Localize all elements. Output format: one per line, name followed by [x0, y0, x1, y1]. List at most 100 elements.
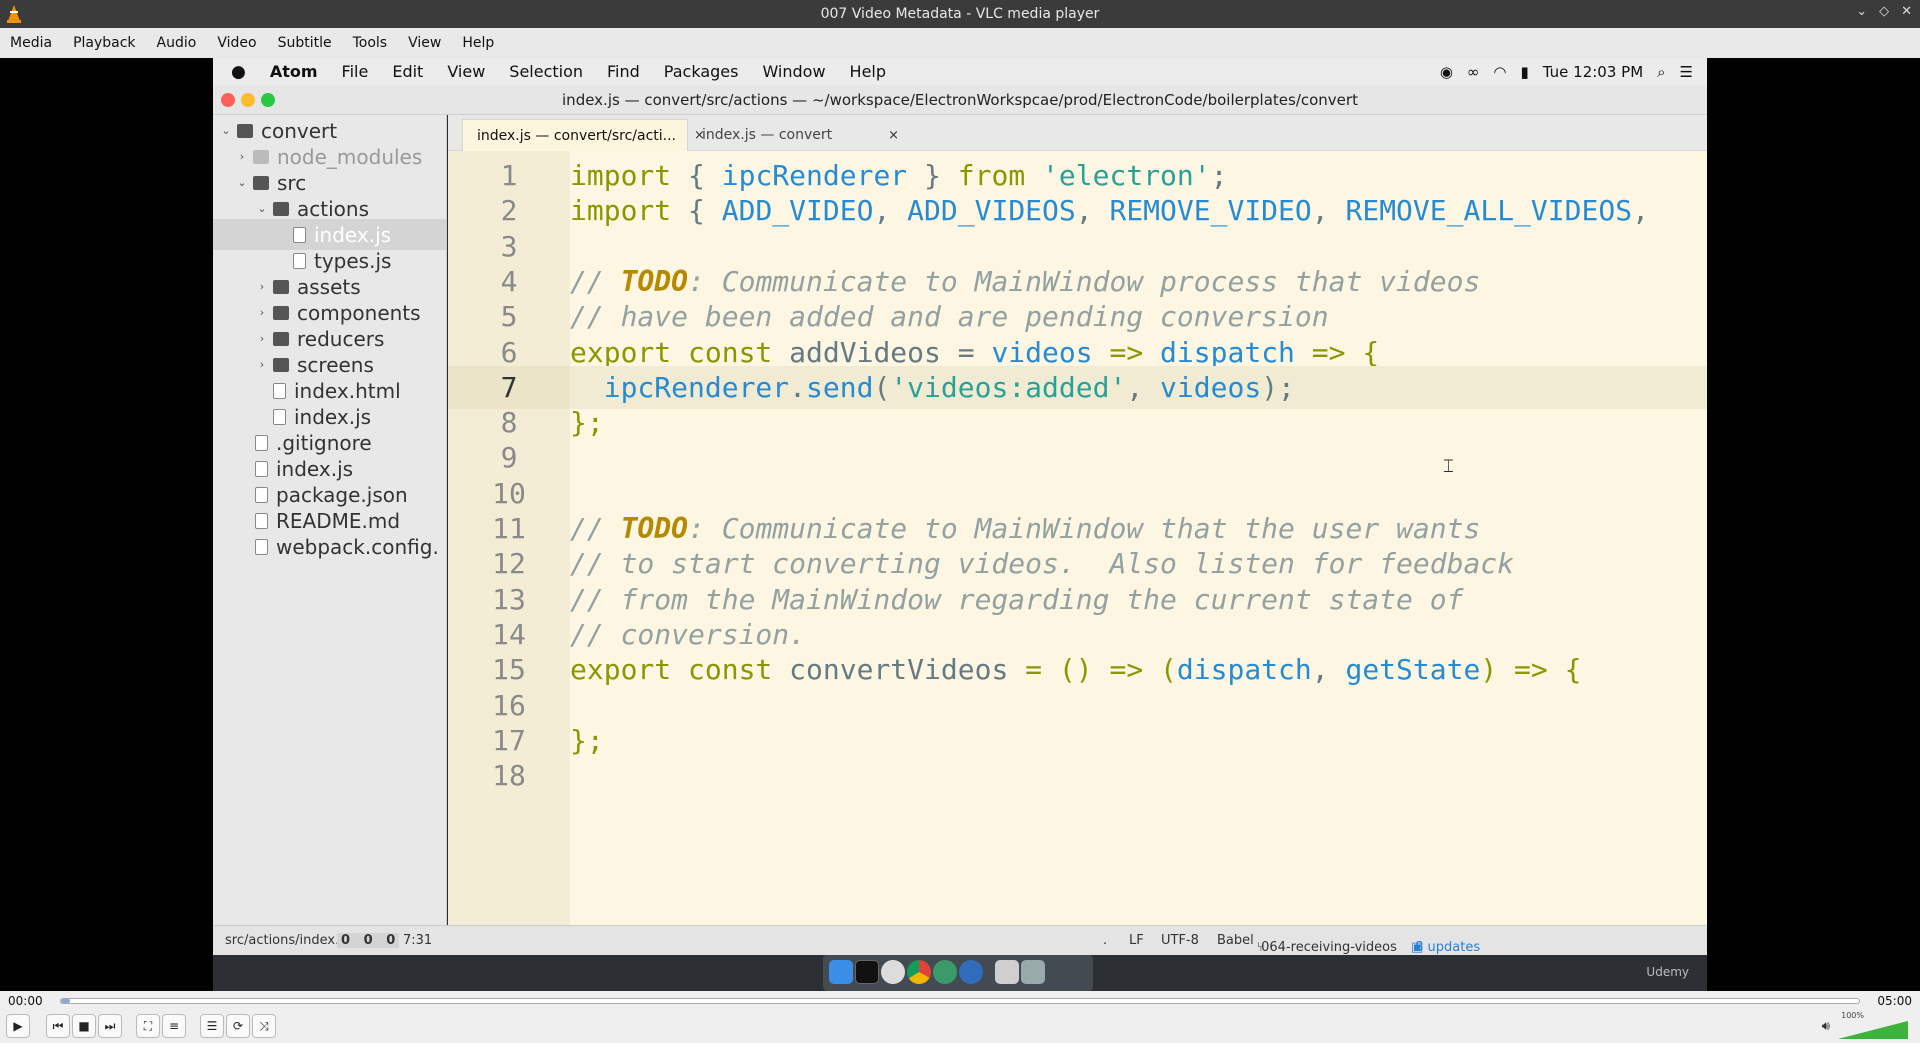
playlist-button[interactable]: ☰ [200, 1014, 224, 1038]
finder-icon [829, 960, 853, 984]
file-icon [293, 226, 306, 243]
menu-media[interactable]: Media [0, 35, 63, 51]
video-area[interactable]: ● Atom File Edit View Selection Find Pac… [0, 58, 1920, 991]
stop-button[interactable]: ■ [72, 1014, 96, 1038]
spotlight-search-icon: ⌕ [1657, 62, 1666, 81]
volume-slider[interactable] [1838, 1021, 1908, 1039]
tree-label: index.js [294, 404, 372, 429]
volume-percent: 100% [1841, 1011, 1864, 1020]
file-icon [273, 408, 286, 425]
play-icon: ▶ [13, 1019, 23, 1033]
fullscreen-icon: ⛶ [143, 1018, 153, 1033]
code-token: export const [570, 335, 773, 369]
close-icon[interactable]: ✕ [1901, 4, 1912, 19]
fullscreen-button[interactable]: ⛶ [136, 1014, 160, 1038]
code-line: }; [570, 401, 1707, 444]
status-grammar: Babel [1217, 933, 1254, 948]
tree-item-webpack-config: webpack.config. [213, 531, 446, 562]
folder-icon [237, 123, 253, 138]
book-icon [255, 512, 268, 529]
tree-label: components [297, 300, 421, 325]
mac-menu-help: Help [849, 62, 887, 81]
next-button[interactable]: ⏭ [98, 1014, 122, 1038]
tree-label: assets [297, 274, 361, 299]
previous-button[interactable]: ⏮ [46, 1014, 70, 1038]
battery-icon: ▮ [1520, 62, 1529, 81]
menu-audio[interactable]: Audio [147, 35, 208, 51]
menu-video[interactable]: Video [207, 35, 267, 51]
code-token: ipcRenderer [603, 370, 790, 404]
status-info-count: 0 [386, 933, 396, 948]
folder-icon [253, 149, 269, 164]
code-token: // have been added and are pending conve… [570, 300, 1329, 334]
vlc-title-bar: 007 Video Metadata - VLC media player ⌄ … [0, 0, 1920, 28]
code-content: import { ipcRenderer } from 'electron'; i… [570, 151, 1707, 925]
loop-button[interactable]: ⟳ [226, 1014, 250, 1038]
tree-label: index.html [294, 378, 401, 403]
mac-menu-selection: Selection [509, 62, 584, 81]
tab-close-icon: × [888, 127, 900, 143]
file-icon [293, 252, 306, 269]
tree-label: README.md [276, 508, 401, 533]
tree-label: actions [297, 196, 369, 221]
previous-icon: ⏮ [52, 1018, 64, 1033]
folder-icon [273, 201, 289, 216]
seek-bar[interactable] [60, 998, 1860, 1004]
code-token: , [1311, 194, 1346, 228]
status-file-path: src/actions/index.js [225, 933, 350, 948]
folder-icon [273, 357, 289, 372]
shuffle-button[interactable]: ⤨ [252, 1014, 276, 1038]
code-token: getState [1345, 653, 1481, 687]
loop-icon: ⟳ [232, 1019, 244, 1033]
code-token: = [940, 335, 992, 369]
menu-playback[interactable]: Playback [63, 35, 146, 51]
code-token: , [1311, 653, 1346, 687]
status-updates-label: 8 updates [1415, 940, 1481, 955]
next-icon: ⏭ [104, 1018, 116, 1033]
maximize-icon[interactable]: ◇ [1879, 4, 1889, 19]
play-button[interactable]: ▶ [6, 1014, 30, 1038]
menu-subtitle[interactable]: Subtitle [268, 35, 343, 51]
tree-label: index.js [314, 222, 392, 247]
tree-label: convert [261, 118, 338, 143]
tree-label: package.json [276, 482, 408, 507]
code-token: videos [991, 335, 1093, 369]
code-token: { [671, 159, 722, 192]
minimize-icon[interactable]: ⌄ [1856, 4, 1867, 19]
tab-label: index.js — convert [702, 127, 833, 143]
code-token: import [570, 194, 672, 228]
mac-menu-file: File [341, 62, 369, 81]
status-branch-name: 064-receiving-videos [1261, 940, 1397, 955]
code-line: }; [570, 719, 1707, 762]
chevron-right-icon: › [259, 358, 265, 371]
menu-view[interactable]: View [398, 35, 452, 51]
vlc-window-title: 007 Video Metadata - VLC media player [820, 6, 1100, 22]
tree-label: src [277, 170, 307, 195]
code-token: ); [1261, 370, 1295, 404]
code-token: ) => { [1480, 653, 1582, 687]
editor-tab-bar: index.js — convert/src/acti... × index.js… [448, 115, 1707, 151]
menu-help[interactable]: Help [452, 35, 505, 51]
code-token: convertVideos [789, 653, 1009, 687]
code-token: REMOVE_ALL_VIDEOS [1345, 194, 1633, 228]
chevron-right-icon: › [239, 150, 245, 163]
folder-icon [273, 279, 289, 294]
speaker-icon[interactable]: 🔊︎ [1822, 1019, 1830, 1034]
code-token: 'videos:added' [890, 370, 1127, 404]
glasses-icon: ∞ [1466, 62, 1480, 81]
text-cursor-icon: ⌶ [1443, 456, 1454, 477]
code-token: , [873, 194, 908, 228]
extended-settings-button[interactable]: ≡ [162, 1014, 186, 1038]
code-token: , [1632, 194, 1649, 228]
udemy-watermark: Udemy [1646, 965, 1689, 979]
code-token: , [1075, 194, 1110, 228]
file-icon [255, 538, 268, 555]
code-line: import { ADD_VIDEO, ADD_VIDEOS, REMOVE_V… [570, 189, 1707, 232]
menu-tools[interactable]: Tools [343, 35, 399, 51]
mac-clock: Tue 12:03 PM [1542, 62, 1644, 81]
code-token: from [957, 159, 1026, 192]
tab-label: index.js — convert/src/acti... [477, 127, 676, 144]
code-token: // from the MainWindow regarding the cur… [570, 582, 1464, 616]
